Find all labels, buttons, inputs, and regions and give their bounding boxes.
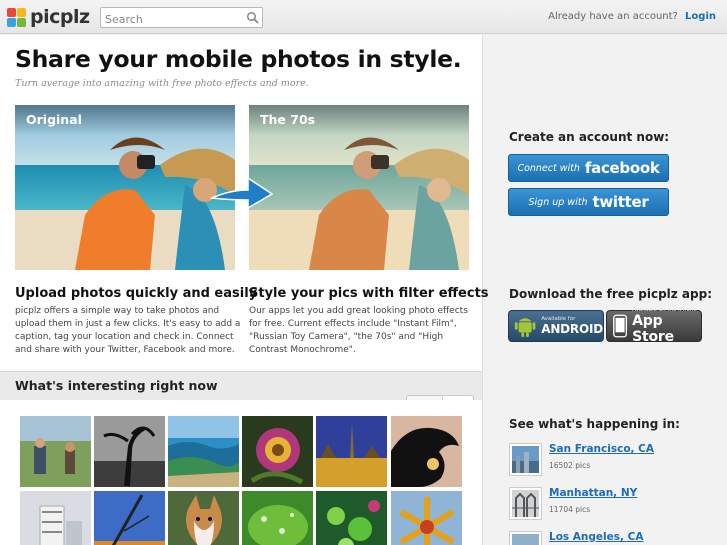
photo-thumb[interactable] (391, 416, 462, 487)
filter-feature-title: Style your pics with filter effects (249, 286, 489, 301)
photo-thumb[interactable] (94, 491, 165, 545)
upload-feature-text: picplz offers a simple way to take photo… (15, 306, 241, 355)
logo[interactable]: picplz (7, 6, 90, 28)
search-input[interactable] (101, 10, 239, 29)
twitter-brand-text: twitter (592, 193, 649, 211)
login-link[interactable]: Login (685, 11, 716, 22)
android-badge-big: ANDROID (541, 322, 603, 336)
top-bar: picplz Already have an account? Login (0, 0, 727, 34)
city-link[interactable]: San Francisco, CA (549, 443, 654, 455)
city-thumb (509, 487, 542, 520)
photo-thumb[interactable] (20, 491, 91, 545)
page-tagline: Turn average into amazing with free phot… (15, 78, 309, 89)
arrow-right-icon (210, 176, 274, 210)
twitter-pre-text: Sign up with (528, 196, 588, 208)
search-box (100, 7, 263, 29)
photo-thumb[interactable] (242, 491, 313, 545)
twitter-signup-button[interactable]: Sign up with twitter (508, 188, 669, 216)
photo-thumb[interactable] (168, 491, 239, 545)
apple-icon (613, 314, 628, 338)
app-store-badge[interactable]: Available on the iPhone App Store (606, 307, 702, 345)
account-area: Already have an account? Login (548, 11, 716, 22)
photo-thumb[interactable] (316, 416, 387, 487)
photo-grid (0, 400, 483, 545)
create-account-title: Create an account now: (509, 130, 670, 144)
facebook-pre-text: Connect with (517, 162, 580, 174)
android-icon (514, 318, 536, 338)
facebook-connect-button[interactable]: Connect with facebook (508, 154, 669, 182)
apple-badge-big: App Store (632, 313, 674, 345)
facebook-brand-text: facebook (584, 159, 660, 177)
city-count: 16502 pics (549, 461, 591, 470)
interesting-title: What's interesting right now (15, 378, 218, 393)
photo-thumb[interactable] (316, 491, 387, 545)
picplz-logo-icon (7, 7, 26, 27)
main-content: Share your mobile photos in style. Turn … (0, 35, 489, 371)
city-thumb (509, 443, 542, 476)
photo-thumb[interactable] (20, 416, 91, 487)
original-photo: Original (15, 105, 235, 270)
city-thumb (509, 531, 542, 545)
search-icon[interactable] (246, 11, 259, 24)
happening-title: See what's happening in: (509, 417, 680, 431)
download-app-title: Download the free picplz app: (509, 287, 713, 301)
city-count: 11704 pics (549, 505, 591, 514)
effect-label: The 70s (249, 105, 469, 135)
account-prompt: Already have an account? (548, 11, 678, 22)
interesting-header: What's interesting right now Grid List (0, 371, 483, 417)
city-link[interactable]: Los Angeles, CA (549, 531, 644, 543)
photo-thumb[interactable] (242, 416, 313, 487)
filter-feature-text: Our apps let you add great looking photo… (249, 306, 468, 355)
photo-thumb[interactable] (94, 416, 165, 487)
logo-text: picplz (30, 6, 90, 28)
photo-thumb[interactable] (391, 491, 462, 545)
page-headline: Share your mobile photos in style. (15, 45, 462, 73)
original-label: Original (15, 105, 235, 135)
upload-feature-title: Upload photos quickly and easily (15, 286, 258, 301)
effect-photo: The 70s (249, 105, 469, 270)
android-store-badge[interactable]: Available for ANDROID (508, 310, 604, 342)
photo-thumb[interactable] (168, 416, 239, 487)
city-link[interactable]: Manhattan, NY (549, 487, 637, 499)
